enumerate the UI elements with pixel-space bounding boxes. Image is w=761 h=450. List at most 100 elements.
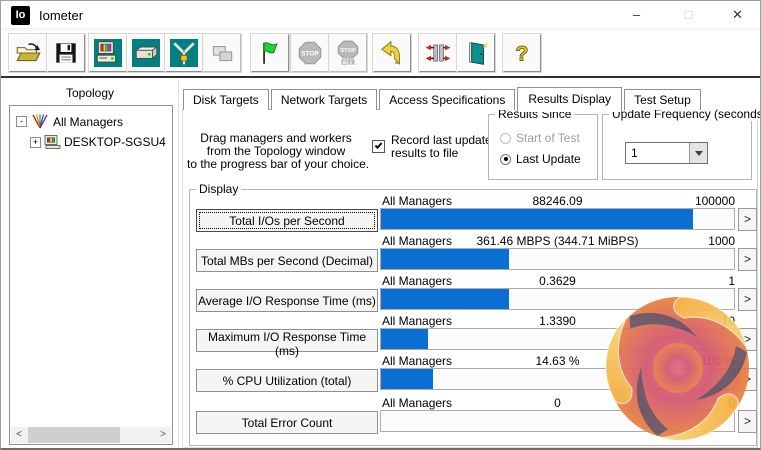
minimize-button[interactable]: – [614,1,659,29]
record-results-checkbox[interactable] [372,140,385,153]
drag-hint-text: Drag managers and workers from the Topol… [187,132,365,171]
scale-max: 100 % [701,354,735,368]
start-new-manager-button[interactable] [89,34,127,72]
radio-button-icon [500,133,511,144]
title-bar: Io Iometer – □ ✕ [1,1,760,29]
exit-button[interactable] [457,34,495,72]
close-button[interactable]: ✕ [715,1,760,29]
progress-fill [381,209,693,229]
help-question-icon: ? [508,39,536,67]
tab-disk-targets[interactable]: Disk Targets [183,89,269,110]
result-row-total-errors: All Managers 0 0 Total Error Count > [190,396,756,436]
disk-worker-icon [132,39,160,67]
scale-max: 1000 [708,234,735,248]
metric-select-button[interactable]: Total I/Os per Second [196,209,378,232]
toolbar-divider [1,76,760,78]
iometer-window: Io Iometer – □ ✕ [0,0,761,450]
start-new-disk-worker-button[interactable] [127,34,165,72]
expand-row-button[interactable]: > [738,248,757,271]
result-value: 14.63 % [380,354,735,368]
progress-bar[interactable] [380,208,735,230]
network-worker-icon [170,39,198,67]
display-group: Display All Managers 88246.09 100000 Tot… [189,189,757,446]
reset-arrow-icon [378,39,406,67]
topology-horizontal-scrollbar[interactable]: < > [11,427,171,443]
scroll-left-icon[interactable]: < [11,427,27,443]
start-tests-button[interactable] [251,34,289,72]
topology-tree: - All Managers + [9,105,173,445]
metric-select-button[interactable]: Maximum I/O Response Time (ms) [196,329,378,352]
expand-expander[interactable]: + [30,137,41,148]
duplicate-worker-button[interactable] [203,34,241,72]
result-row-max-response: All Managers 1.3390 10 Maximum I/O Respo… [190,314,756,354]
tab-network-targets[interactable]: Network Targets [271,89,377,110]
progress-bar[interactable] [380,328,735,350]
checkmark-icon [375,141,383,149]
radio-label: Start of Test [516,131,580,145]
metric-select-button[interactable]: Total Error Count [196,411,378,434]
progress-fill [381,249,509,269]
exit-door-icon [462,39,490,67]
progress-bar[interactable] [380,368,735,390]
svg-text:?: ? [515,42,528,66]
all-managers-icon [30,114,50,129]
progress-bar[interactable] [380,288,735,310]
open-folder-icon [14,39,42,67]
expand-row-button[interactable]: > [738,410,757,433]
reset-workers-button[interactable] [373,34,411,72]
progress-bar[interactable] [380,248,735,270]
radio-last-update[interactable]: Last Update [500,152,581,166]
metric-select-button[interactable]: Total MBs per Second (Decimal) [196,249,378,272]
bar-header: All Managers 0 0 [380,396,735,409]
expand-row-button[interactable]: > [738,208,757,231]
maximize-button[interactable]: □ [666,1,711,29]
update-frequency-select[interactable]: 1 [625,142,708,164]
expand-row-button[interactable]: > [738,368,757,391]
result-row-cpu-utilization: All Managers 14.63 % 100 % % CPU Utiliza… [190,354,756,394]
scale-max: 1 [728,274,735,288]
result-value: 0 [380,396,735,410]
bar-header: All Managers 14.63 % 100 % [380,354,735,367]
open-test-file-button[interactable] [9,34,47,72]
result-value: 88246.09 [380,194,735,208]
save-test-file-button[interactable] [47,34,85,72]
metric-select-button[interactable]: Average I/O Response Time (ms) [196,289,378,312]
dropdown-button[interactable] [689,143,707,163]
svg-text:STOP: STOP [340,48,356,54]
tree-item-label: DESKTOP-SGSU4 [64,135,166,149]
tree-item-manager[interactable]: + DESKTOP-SGSU4 [30,135,166,149]
help-button[interactable]: ? [503,34,541,72]
update-frequency-group: Update Frequency (seconds) 1 [602,114,752,180]
bar-header: All Managers 88246.09 100000 [380,194,735,207]
radio-button-icon[interactable] [500,154,511,165]
collapse-expander[interactable]: - [16,116,27,127]
radio-start-of-test: Start of Test [500,131,580,145]
tab-access-specifications[interactable]: Access Specifications [379,89,515,110]
stop-all-tests-button[interactable]: STOP ALL [329,34,367,72]
result-row-total-mbs: All Managers 361.46 MBPS (344.71 MiBPS) … [190,234,756,274]
tab-test-setup[interactable]: Test Setup [624,89,701,110]
chevron-down-icon [695,151,703,160]
scroll-right-icon[interactable]: > [155,427,171,443]
duplicate-worker-icon [208,39,236,67]
tree-item-label: All Managers [53,115,123,129]
bar-header: All Managers 1.3390 10 [380,314,735,327]
bar-header: All Managers 0.3629 1 [380,274,735,287]
tree-item-all-managers[interactable]: - All Managers [16,114,123,129]
expand-row-button[interactable]: > [738,328,757,351]
scale-max: 0 [728,396,735,410]
progress-bar[interactable] [380,410,735,432]
start-new-network-worker-button[interactable] [165,34,203,72]
green-flag-icon [256,39,284,67]
scrollbar-thumb[interactable] [28,427,120,443]
move-columns-button[interactable] [419,34,457,72]
computer-icon [94,39,122,67]
stop-test-button[interactable]: STOP [291,34,329,72]
panel-divider [178,79,179,449]
expand-row-button[interactable]: > [738,288,757,311]
manager-computer-icon [44,135,61,149]
record-results-label: Record last update results to file [391,134,501,160]
bar-header: All Managers 361.46 MBPS (344.71 MiBPS) … [380,234,735,247]
metric-select-button[interactable]: % CPU Utilization (total) [196,369,378,392]
tab-results-display[interactable]: Results Display [517,87,622,112]
